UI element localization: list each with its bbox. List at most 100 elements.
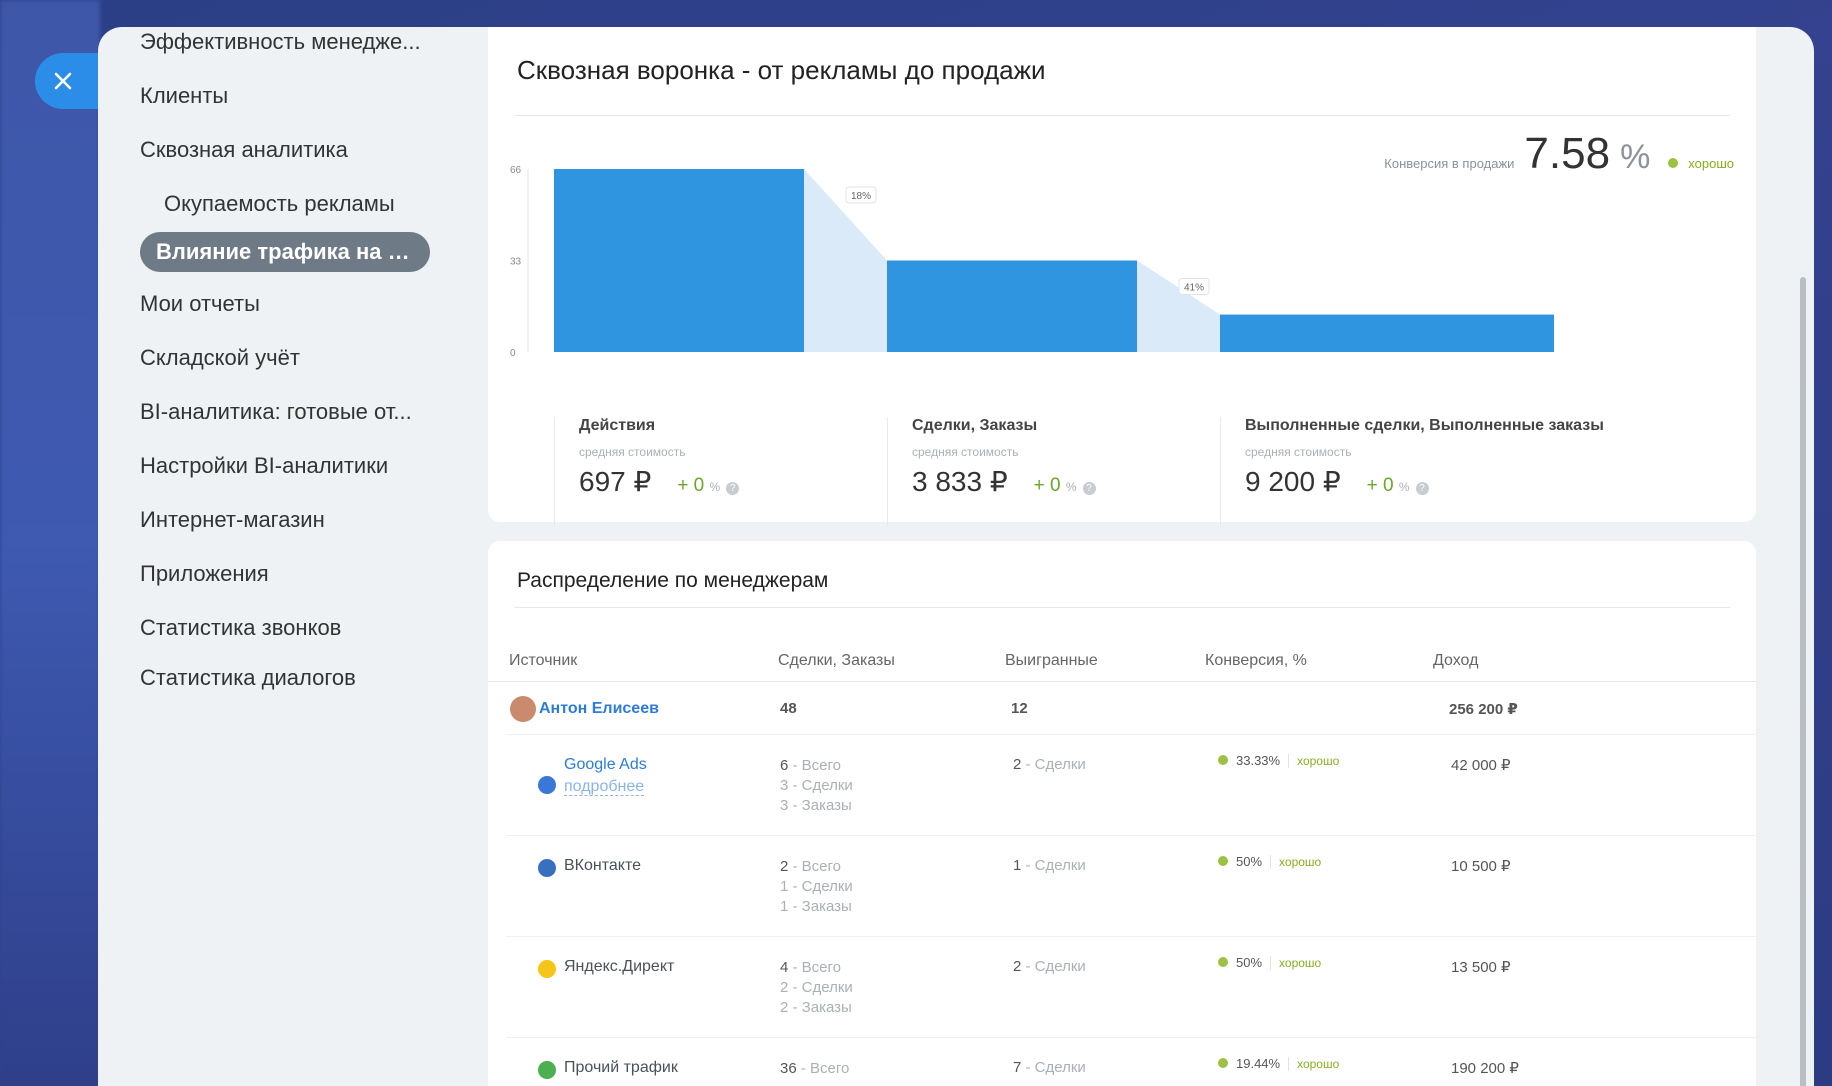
funnel-bar [554,169,804,352]
won-count: 2 [1013,756,1022,773]
col-conversion[interactable]: Конверсия, % [1205,652,1307,670]
sidebar-item-dialog-stats[interactable]: Статистика диалогов [140,665,356,691]
deals-type: - Заказы [792,999,852,1016]
sidebar: Эффективность менедже... Клиенты Сквозна… [98,27,478,1086]
status-label: хорошо [1288,1057,1340,1071]
stage-value: 697 ₽ [579,466,652,497]
deals-count: 6 [780,757,789,774]
deals-type: - Всего [792,959,842,976]
managers-title: Распределение по менеджерам [517,569,829,592]
stage-sub: средняя стоимость [912,445,1019,459]
table-row-source: Google Ads подробнее 6 - Всего 3 - Сделк… [506,736,1756,836]
funnel-stage-deals: Сделки, Заказы средняя стоимость 3 833 ₽… [887,417,1257,527]
status-label: хорошо [1270,855,1322,869]
sidebar-item-call-stats[interactable]: Статистика звонков [140,615,341,641]
slider-panel: Эффективность менедже... Клиенты Сквозна… [98,27,1814,1086]
source-name: ВКонтакте [564,857,641,874]
scrollbar[interactable] [1800,277,1806,1086]
other-traffic-icon [538,1061,556,1079]
source-name[interactable]: Google Ads [564,756,647,774]
col-deals[interactable]: Сделки, Заказы [778,652,895,670]
income: 190 200 ₽ [1451,1060,1519,1077]
divider [514,607,1730,608]
managers-card: Распределение по менеджерам Источник Сде… [488,541,1756,1086]
stage-sub: средняя стоимость [1245,445,1352,459]
manager-name[interactable]: Антон Елисеев [539,700,659,718]
deals-count: 3 [780,777,789,794]
deals-type: - Всего [792,757,842,774]
deals-count: 4 [780,959,789,976]
status-dot-icon [1218,957,1228,967]
close-icon [54,72,72,90]
funnel-stage-completed: Выполненные сделки, Выполненные заказы с… [1220,417,1740,527]
sidebar-item-bi-settings[interactable]: Настройки BI-аналитики [140,453,388,479]
stage-delta-unit: % [709,480,721,494]
sidebar-item-applications[interactable]: Приложения [140,561,269,587]
deals-type: - Всего [792,858,842,875]
transition-label: 41% [1184,283,1204,294]
col-won[interactable]: Выигранные [1005,652,1098,670]
deals-count: 1 [780,878,789,895]
y-tick-label: 0 [510,348,516,359]
income: 10 500 ₽ [1451,858,1511,875]
sidebar-item-end-to-end-analytics[interactable]: Сквозная аналитика [140,137,348,163]
manager-deals: 48 [780,700,797,717]
income: 42 000 ₽ [1451,757,1511,774]
funnel-card: Сквозная воронка - от рекламы до продажи… [488,27,1756,527]
won-type: - Сделки [1025,857,1086,874]
stage-name: Сделки, Заказы [912,417,1038,434]
yandex-direct-icon [538,960,556,978]
sidebar-item-inventory[interactable]: Складской учёт [140,345,300,371]
stage-name: Действия [579,417,656,434]
funnel-bar [1220,314,1554,352]
google-ads-icon [538,776,556,794]
table-row-manager[interactable]: Антон Елисеев 48 12 256 200 ₽ [506,682,1756,735]
funnel-stage-actions: Действия средняя стоимость 697 ₽ + 0 %? [554,417,924,527]
deals-type: - Сделки [792,878,853,895]
deals-count: 2 [780,858,789,875]
sidebar-item-clients[interactable]: Клиенты [140,83,228,109]
source-name: Прочий трафик [564,1059,678,1076]
avatar [510,696,536,722]
divider [514,115,1730,116]
sidebar-item-traffic-influence[interactable]: Влияние трафика на п... [140,232,430,272]
income: 13 500 ₽ [1451,959,1511,976]
col-source[interactable]: Источник [509,652,577,670]
close-button[interactable] [35,53,107,109]
conversion: 33.33% [1236,753,1281,768]
status-dot-icon [1218,755,1228,765]
conversion: 50% [1236,955,1263,970]
funnel-chart: 0 33 66 18% 41% [510,165,1554,359]
stage-delta: + 0 [1033,475,1061,496]
sidebar-item-bi-reports[interactable]: BI-аналитика: готовые от... [140,399,412,425]
help-icon[interactable]: ? [1415,482,1429,495]
col-income[interactable]: Доход [1433,652,1478,670]
funnel-title: Сквозная воронка - от рекламы до продажи [517,55,1046,85]
sidebar-item-my-reports[interactable]: Мои отчеты [140,291,260,317]
table-row-source: Яндекс.Директ 4 - Всего 2 - Сделки 2 - З… [506,938,1756,1038]
stage-sub: средняя стоимость [579,445,686,459]
stage-name: Выполненные сделки, Выполненные заказы [1245,417,1604,434]
won-count: 2 [1013,958,1022,975]
status-label: хорошо [1288,754,1340,768]
help-icon[interactable]: ? [1082,482,1096,495]
funnel-bar [887,260,1137,352]
stage-delta: + 0 [1366,475,1394,496]
help-icon[interactable]: ? [726,482,740,495]
vk-icon [538,859,556,877]
more-link[interactable]: подробнее [564,778,645,796]
deals-count: 1 [780,898,789,915]
table-row-source: Прочий трафик 36 - Всего 7 - Сделки 19.4… [506,1039,1756,1086]
deals-type: - Заказы [792,797,852,814]
sidebar-item-online-store[interactable]: Интернет-магазин [140,507,325,533]
status-dot-icon [1218,1058,1228,1068]
sidebar-item-manager-efficiency[interactable]: Эффективность менедже... [140,29,421,55]
deals-type: - Сделки [792,777,853,794]
deals-type: - Всего [800,1060,850,1077]
deals-type: - Заказы [792,898,852,915]
stage-value: 3 833 ₽ [912,466,1008,497]
source-name: Яндекс.Директ [564,958,675,975]
conversion: 19.44% [1236,1056,1281,1071]
sidebar-item-ad-payback[interactable]: Окупаемость рекламы [164,191,395,217]
deals-count: 3 [780,797,789,814]
